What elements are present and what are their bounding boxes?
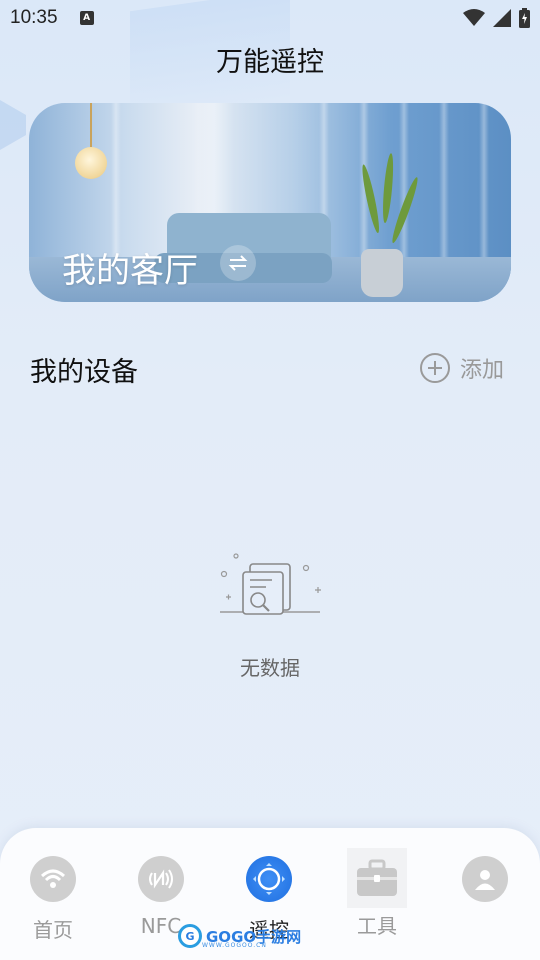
status-indicators [463, 8, 530, 28]
plant-pot [361, 249, 403, 297]
plant-leaf [381, 152, 396, 224]
page-title: 万能遥控 [216, 47, 324, 78]
add-device-button[interactable]: 添加 [420, 352, 504, 384]
remote-icon [246, 856, 292, 902]
room-card[interactable]: 我的客厅 [29, 103, 511, 302]
lamp-icon [75, 147, 107, 179]
add-label: 添加 [460, 358, 505, 383]
nfc-icon [138, 856, 184, 902]
devices-title: 我的设备 [30, 357, 138, 388]
wifi-signal-icon [463, 9, 485, 26]
nav-label: NFC [140, 914, 182, 938]
lamp-cord [90, 103, 92, 151]
empty-state-text: 无数据 [240, 656, 300, 680]
nav-label: 工具 [357, 914, 397, 938]
switch-room-button[interactable] [220, 245, 256, 281]
watermark-logo: G GOGO手游网 WWW.GOGOO.CN [178, 924, 301, 949]
plus-circle-icon [420, 353, 450, 383]
room-name: 我的客厅 [62, 251, 198, 291]
watermark-icon: G [178, 924, 202, 948]
empty-document-icon [220, 553, 321, 615]
user-icon [462, 856, 508, 902]
watermark-subtext: WWW.GOGOO.CN [202, 942, 267, 949]
toolbox-icon [347, 848, 407, 908]
nav-item-tools[interactable]: 工具 [337, 848, 417, 939]
battery-icon [519, 8, 530, 28]
cell-signal-icon [493, 9, 511, 27]
wifi-icon [30, 856, 76, 902]
nav-item-home[interactable]: 首页 [13, 856, 93, 943]
notification-icon: A [79, 11, 94, 25]
swap-icon [228, 255, 248, 271]
status-bar: 10:35 A [0, 0, 540, 36]
status-time: 10:35 [10, 7, 58, 28]
background-decoration-left [0, 100, 26, 150]
nav-label: 首页 [33, 918, 73, 942]
nav-item-profile[interactable] [445, 856, 525, 914]
